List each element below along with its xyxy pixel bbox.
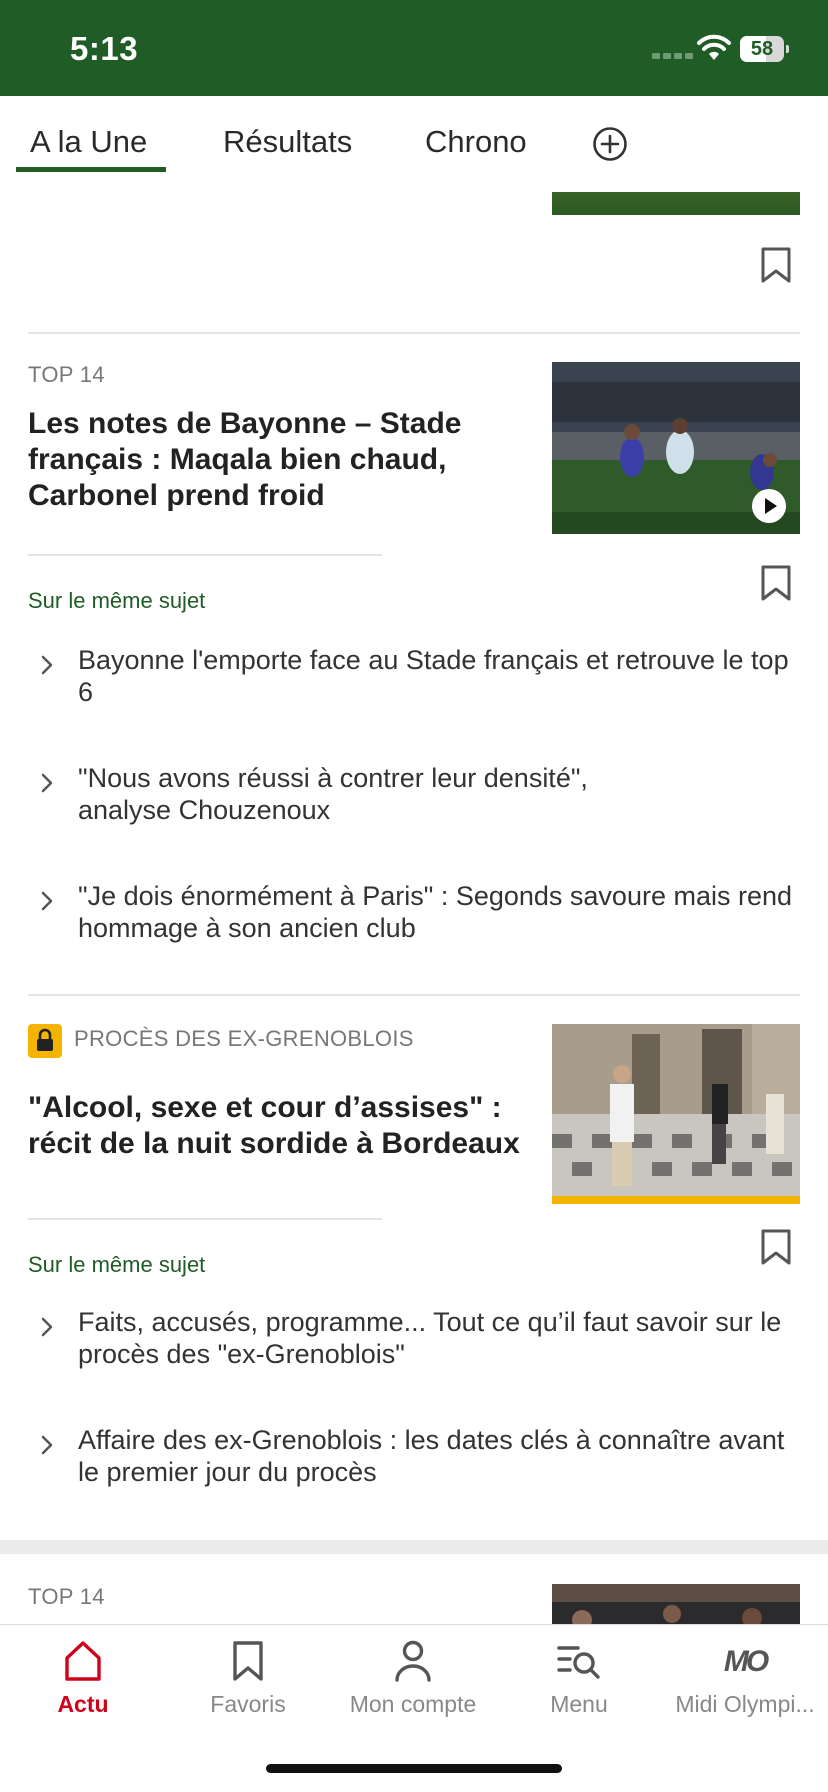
related-label: Sur le même sujet [28, 1252, 206, 1277]
news-feed[interactable]: TOP 14 Les notes de Bayonne – Stade fran… [0, 192, 828, 1624]
nav-label: Mon compte [349, 1691, 477, 1717]
article-divider [28, 994, 800, 996]
related-link-text: Affaire des ex-Grenoblois : les dates cl… [78, 1425, 785, 1487]
article-thumbnail[interactable] [552, 1584, 800, 1624]
user-icon [395, 1640, 431, 1682]
wifi-icon [697, 34, 731, 60]
tab-a-la-une[interactable]: A la Une [30, 124, 147, 160]
home-indicator [266, 1764, 562, 1773]
nav-actu[interactable]: Actu [0, 1639, 166, 1718]
related-label: Sur le même sujet [28, 588, 206, 613]
section-divider [28, 554, 382, 556]
previous-article-thumbnail[interactable] [552, 192, 800, 215]
section-tabs: A la Une Résultats Chrono [0, 96, 828, 192]
article-headline[interactable]: Les notes de Bayonne – Stade français : … [28, 406, 508, 514]
nav-favoris[interactable]: Favoris [165, 1639, 331, 1718]
article-divider [28, 332, 800, 334]
bookmark-icon [233, 1641, 263, 1681]
article-thumbnail[interactable] [552, 362, 800, 534]
status-bar: 5:13 58 [0, 0, 828, 96]
nav-label: Menu [550, 1691, 608, 1717]
related-link-text: "Je dois énormément à Paris" : Segonds s… [78, 881, 793, 943]
nav-mon-compte[interactable]: Mon compte [330, 1639, 496, 1718]
chevron-right-icon [41, 773, 53, 793]
cellular-signal-icon [652, 53, 693, 59]
play-video-icon[interactable] [751, 488, 787, 524]
nav-midi-olympique[interactable]: MO Midi Olympi... [662, 1639, 828, 1718]
bookmark-icon[interactable] [760, 564, 792, 602]
menu-search-icon [557, 1646, 600, 1679]
chevron-right-icon [41, 1435, 53, 1455]
midi-olympique-logo: MO [723, 1645, 769, 1678]
rugby-crowd-photo [552, 1584, 800, 1624]
article-thumbnail[interactable] [552, 1024, 800, 1204]
bookmark-icon[interactable] [760, 246, 792, 284]
chevron-right-icon [41, 655, 53, 675]
active-tab-indicator [16, 167, 166, 172]
battery-level: 58 [750, 38, 774, 60]
tab-chrono[interactable]: Chrono [425, 124, 527, 160]
courthouse-photo [552, 1024, 800, 1204]
nav-label: Favoris [210, 1691, 286, 1717]
status-time: 5:13 [70, 30, 139, 67]
battery-icon: 58 [740, 36, 789, 62]
nav-menu[interactable]: Menu [496, 1639, 662, 1718]
lock-icon [37, 1028, 53, 1051]
related-link-text: Bayonne l'emporte face au Stade français… [78, 645, 789, 707]
tab-resultats[interactable]: Résultats [223, 124, 352, 160]
nav-label: Actu [57, 1691, 109, 1717]
home-icon [65, 1641, 101, 1681]
add-tab-icon[interactable] [592, 126, 628, 162]
chevron-right-icon [41, 1317, 53, 1337]
nav-label: Midi Olympi... [675, 1691, 815, 1717]
section-separator [0, 1540, 828, 1554]
related-link-text: "Nous avons réussi à contrer leur densit… [78, 763, 588, 825]
related-link-text: Faits, accusés, programme... Tout ce qu’… [78, 1307, 782, 1369]
article-kicker: TOP 14 [28, 1584, 105, 1609]
article-kicker: TOP 14 [28, 362, 105, 387]
article-kicker: PROCÈS DES EX-GRENOBLOIS [74, 1026, 414, 1051]
premium-lock-badge [28, 1024, 62, 1058]
article-headline[interactable]: "Alcool, sexe et cour d’assises" : récit… [28, 1090, 528, 1162]
bookmark-icon[interactable] [760, 1228, 792, 1266]
section-divider [28, 1218, 382, 1220]
chevron-right-icon [41, 891, 53, 911]
